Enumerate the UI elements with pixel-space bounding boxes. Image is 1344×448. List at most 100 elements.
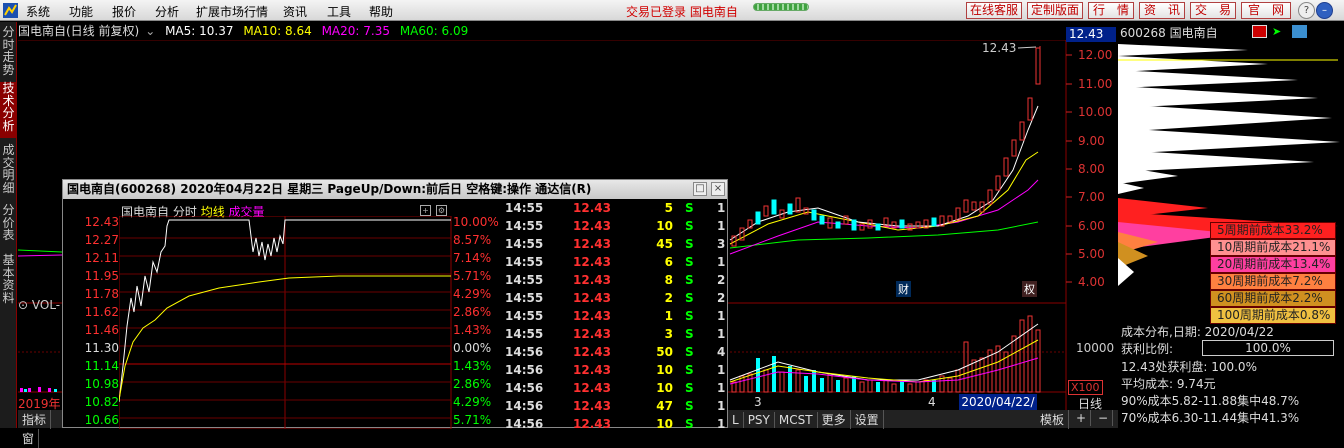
template-button[interactable]: 模板 [1036,410,1070,429]
custom-layout-button[interactable]: 定制版面 [1027,2,1083,19]
finance-event-label[interactable]: 财 [896,281,911,297]
flag-icon[interactable] [1252,25,1267,38]
tab-indicator[interactable]: 指标 [18,410,52,429]
indicator-tab-bar: 指标窗 [18,410,64,448]
cost-70: 70%成本6.30-11.44集中41.3% [1121,411,1300,425]
tick-row: 14:55 12.43 3 S 1 [505,327,726,341]
chart-title: 国电南自(日线 前复权) [18,24,140,38]
y-axis-label: 12.00 [1078,48,1113,62]
cost-legend-30: 30周期前成本7.2% [1210,273,1336,290]
chevron-down-icon[interactable]: ⌄ [145,24,155,38]
tab-l[interactable]: L [728,412,744,428]
tick-row: 14:55 12.43 1 S 1 [505,309,726,323]
menu-bar: 系统 功能 报价 分析 扩展市场行情 资讯 工具 帮助 交易已登录 国电南自 在… [0,0,1344,21]
price-axis-label: 11.30 [84,341,119,355]
average-cost: 平均成本: 9.74元 [1121,377,1216,391]
pct-axis-label: 10.00% [453,215,499,229]
y-axis-label: 4.00 [1078,275,1105,289]
tick-row: 14:55 12.43 8 S 2 [505,273,726,287]
cost-legend-10: 10周期前成本21.1% [1210,239,1336,256]
menu-function[interactable]: 功能 [69,3,93,20]
menu-help[interactable]: 帮助 [369,3,393,20]
y-axis-ticks [1066,54,1072,283]
expand-icon[interactable]: + [420,205,431,216]
price-axis-label: 11.62 [84,305,119,319]
price-axis-label: 11.78 [84,287,119,301]
minimize-icon[interactable]: – [1316,2,1333,19]
price-axis-label: 12.43 [84,215,119,229]
ma20-value: MA20: 7.35 [321,24,390,38]
volume-axis-label: 10000 [1076,341,1115,355]
tab-price-table[interactable]: 分价表 [0,204,17,246]
mini-intraday-chart [119,216,452,429]
pct-axis-label: 0.00% [453,341,492,355]
pct-axis-label: 5.71% [453,269,492,283]
price-axis-label: 11.14 [84,359,119,373]
quotes-button[interactable]: 行 情 [1088,2,1134,19]
rights-event-label[interactable]: 权 [1022,281,1037,297]
tab-settings[interactable]: 设置 [851,410,884,429]
cost-90: 90%成本5.82-11.88集中48.7% [1121,394,1300,408]
tick-row: 14:56 12.43 47 S 1 [505,399,726,413]
chart-info-bar: 国电南自(日线 前复权) ⌄ MA5: 10.37 MA10: 8.64 MA20… [18,22,474,41]
cost-legend-5: 5周期前成本33.2% [1210,222,1336,239]
tab-trade-details[interactable]: 成交明细 [0,144,17,198]
profit-label: 获利比例: [1121,342,1174,356]
pct-axis-label: 2.86% [453,305,492,319]
pct-axis-label: 8.57% [453,233,492,247]
ma10-value: MA10: 8.64 [243,24,312,38]
menu-tools[interactable]: 工具 [327,3,351,20]
tick-row: 14:55 12.43 45 S 3 [505,237,726,251]
tick-row: 14:56 12.43 50 S 4 [505,345,726,359]
menu-news[interactable]: 资讯 [283,3,307,20]
help-icon[interactable]: ? [1298,2,1315,19]
tab-technical-analysis[interactable]: 技术分析 [0,82,17,138]
diamond-icon: ◇ [1036,40,1044,41]
tab-mcst[interactable]: MCST [775,412,818,428]
tick-row: 14:56 12.43 10 S 1 [505,381,726,395]
price-axis-label: 10.98 [84,377,119,391]
zoom-out-button[interactable]: − [1094,410,1114,426]
restore-icon[interactable]: □ [693,182,707,196]
chip-distribution-panel: 600268 国电南自 ➤ 5周期前成本33.2% 10周期前成本21.1% 2… [1118,22,1344,428]
pct-axis-label: 1.43% [453,359,492,373]
network-meter [753,3,809,11]
tab-intraday[interactable]: 分时走势 [0,26,17,78]
zoom-in-button[interactable]: + [1072,410,1092,426]
y-axis-label: 11.00 [1078,77,1113,91]
price-axis-label: 11.95 [84,269,119,283]
tab-fundamentals[interactable]: 基本资料 [0,254,17,308]
tab-more[interactable]: 更多 [818,410,851,429]
menu-system[interactable]: 系统 [26,3,50,20]
arrow-icon[interactable]: ➤ [1272,25,1287,38]
popup-title: 国电南自(600268) 2020年04月22日 星期三 PageUp/Down… [63,180,727,199]
menu-analysis[interactable]: 分析 [155,3,179,20]
month-label: 3 [754,395,762,409]
menu-quotes[interactable]: 报价 [112,3,136,20]
online-service-button[interactable]: 在线客服 [966,2,1022,19]
y-axis-label: 10.00 [1078,105,1113,119]
profit-progress-bar: 100.0% [1202,340,1334,356]
pct-axis-label: 1.43% [453,323,492,337]
grid-icon[interactable] [1292,25,1307,38]
price-axis-label: 12.27 [84,233,119,247]
ma5-value: MA5: 10.37 [165,24,234,38]
official-site-button[interactable]: 官 网 [1241,2,1291,19]
menu-extended-market[interactable]: 扩展市场行情 [196,3,268,20]
distribution-date: 成本分布,日期: 2020/04/22 [1121,325,1274,339]
trade-button[interactable]: 交 易 [1190,2,1236,19]
tab-psy[interactable]: PSY [744,412,775,428]
app-logo-icon[interactable] [2,2,19,19]
price-axis-label: 10.82 [84,395,119,409]
current-price-box: 12.43 [1066,27,1116,42]
tab-window[interactable]: 窗 [18,429,40,448]
tick-row: 14:56 12.43 10 S 1 [505,417,726,431]
pct-axis-label: 7.14% [453,251,492,265]
y-axis-label: 8.00 [1078,162,1105,176]
pct-axis-label: 2.86% [453,377,492,391]
price-axis-label: 12.11 [84,251,119,265]
cost-legend-20: 20周期前成本13.4% [1210,256,1336,273]
close-icon[interactable]: × [711,182,725,196]
news-button[interactable]: 资 讯 [1139,2,1185,19]
settings-icon[interactable]: ⚙ [436,205,447,216]
